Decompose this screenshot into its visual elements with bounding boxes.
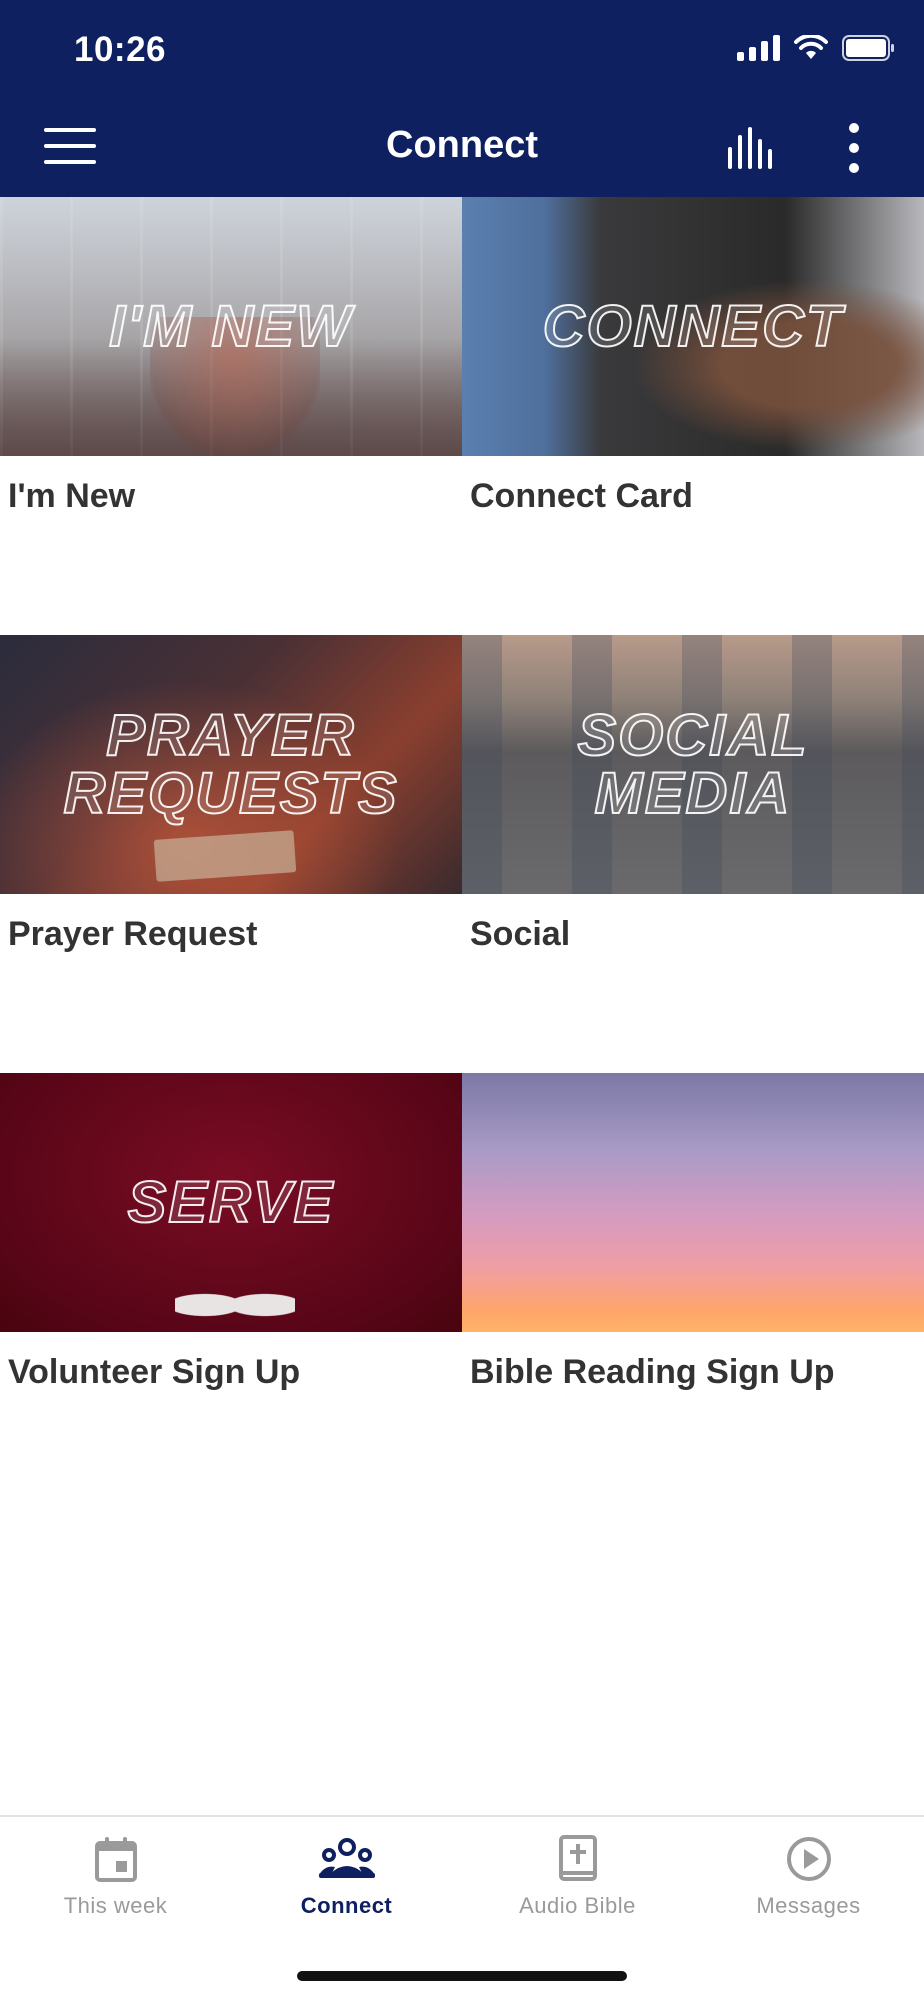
home-indicator[interactable]	[297, 1971, 627, 1981]
calendar-icon	[94, 1837, 137, 1882]
nav-label: This week	[63, 1893, 168, 1918]
connect-grid: I'M NEW I'm New CONNECT Connect Card PRA…	[0, 197, 924, 1511]
tile-overlay-text: SERVE	[127, 1169, 335, 1235]
status-time: 10:26	[74, 30, 167, 69]
tile-image-social: SOCIAL MEDIA	[462, 635, 924, 894]
tile-label: Bible Reading Sign Up	[470, 1353, 835, 1391]
page-title: Connect	[386, 124, 538, 166]
tile-im-new[interactable]: I'M NEW I'm New	[0, 197, 462, 635]
nav-label: Connect	[300, 1893, 393, 1918]
tile-image-im-new: I'M NEW	[0, 197, 462, 456]
audio-levels-icon[interactable]	[726, 127, 780, 169]
nav-label: Messages	[756, 1893, 861, 1918]
tile-label: I'm New	[8, 477, 136, 515]
tile-overlay-text: SOCIAL MEDIA	[576, 702, 809, 826]
tile-overlay-text: I'M NEW	[108, 293, 353, 359]
tile-volunteer-sign-up[interactable]: SERVE Volunteer Sign Up	[0, 1073, 462, 1511]
battery-icon	[842, 34, 896, 62]
tile-prayer-request[interactable]: PRAYER REQUESTS Prayer Request	[0, 635, 462, 1073]
status-icons	[737, 34, 896, 62]
play-circle-icon	[786, 1837, 831, 1881]
wifi-icon	[794, 35, 828, 61]
cellular-signal-icon	[737, 35, 780, 61]
tile-image-sunset	[462, 1073, 924, 1332]
more-vertical-icon[interactable]	[842, 122, 866, 174]
bible-icon	[558, 1835, 597, 1881]
tile-image-prayer: PRAYER REQUESTS	[0, 635, 462, 894]
tile-label: Prayer Request	[8, 915, 258, 953]
people-icon	[318, 1838, 375, 1878]
app-header: 10:26 Connect	[0, 0, 924, 197]
tile-label: Connect Card	[470, 477, 693, 515]
tile-label: Social	[470, 915, 571, 953]
tile-image-connect: CONNECT	[462, 197, 924, 456]
tile-overlay-text: PRAYER REQUESTS	[62, 702, 399, 826]
tile-overlay-text: CONNECT	[542, 293, 844, 359]
nav-item-messages[interactable]: Messages	[693, 1835, 924, 1935]
tile-image-serve: SERVE	[0, 1073, 462, 1332]
nav-item-this-week[interactable]: This week	[0, 1835, 231, 1935]
tile-connect-card[interactable]: CONNECT Connect Card	[462, 197, 924, 635]
tile-social[interactable]: SOCIAL MEDIA Social	[462, 635, 924, 1073]
nav-label: Audio Bible	[519, 1893, 636, 1918]
nav-item-audio-bible[interactable]: Audio Bible	[462, 1835, 693, 1935]
tile-bible-reading-sign-up[interactable]: Bible Reading Sign Up	[462, 1073, 924, 1511]
tile-label: Volunteer Sign Up	[8, 1353, 301, 1391]
nav-item-connect[interactable]: Connect	[231, 1835, 462, 1935]
